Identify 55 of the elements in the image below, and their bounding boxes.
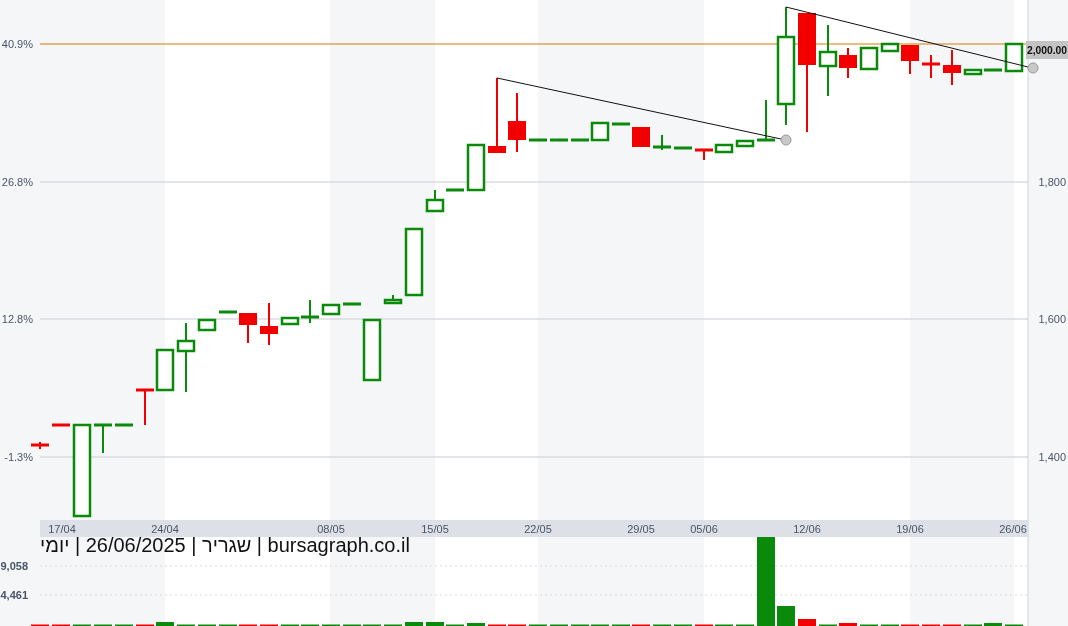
candlestick xyxy=(362,318,382,382)
candlestick xyxy=(136,388,154,426)
candlestick xyxy=(674,146,692,150)
trend-line[interactable] xyxy=(496,77,792,146)
candlestick xyxy=(529,138,547,142)
price-axis-label: 1,800 xyxy=(1038,176,1066,188)
candlestick xyxy=(321,303,341,316)
candlestick xyxy=(1004,42,1024,73)
candlestick xyxy=(735,139,755,148)
date-label: 22/05 xyxy=(524,523,552,535)
volume-bar xyxy=(467,623,485,626)
candlestick xyxy=(219,310,237,314)
volume-bar xyxy=(777,606,795,626)
candlestick xyxy=(612,122,630,126)
date-label: 26/06 xyxy=(999,523,1027,535)
candlestick xyxy=(466,143,486,192)
date-label: 19/06 xyxy=(896,523,924,535)
volume-bar xyxy=(405,622,423,626)
date-label: 12/06 xyxy=(793,523,821,535)
date-label: 17/04 xyxy=(48,523,76,535)
candlestick xyxy=(94,423,112,454)
candlestick xyxy=(343,302,361,306)
candlestick xyxy=(653,134,671,151)
date-label: 15/05 xyxy=(421,523,449,535)
percent-axis-label: 40.9% xyxy=(1,38,33,50)
percent-axis-label: -1.3% xyxy=(4,451,33,463)
percent-axis-label: 12.8% xyxy=(1,313,33,325)
volume-bar xyxy=(798,619,816,626)
price-axis-label: 1,400 xyxy=(1038,451,1066,463)
candlestick xyxy=(550,138,568,142)
date-label: 29/05 xyxy=(627,523,655,535)
last-price-tag: 2,000.00 xyxy=(1026,41,1068,59)
price-axis-label: 1,600 xyxy=(1038,313,1066,325)
candlestick xyxy=(695,148,713,161)
volume-bar xyxy=(839,623,857,626)
chart-caption: bursagraph.co.il | שגריר | 26/06/2025 | יומי xyxy=(40,533,410,558)
candlestick xyxy=(31,441,49,450)
candlestick xyxy=(508,92,526,153)
volume-axis-label: 9,058 xyxy=(0,560,28,572)
date-label: 24/04 xyxy=(151,523,179,535)
candlestick xyxy=(714,143,734,154)
date-label: 05/06 xyxy=(690,523,718,535)
date-label: 08/05 xyxy=(317,523,345,535)
volume-bar xyxy=(426,622,444,626)
candlestick xyxy=(115,423,133,427)
candlestick xyxy=(922,54,940,79)
volume-bar xyxy=(156,622,174,626)
candlestick xyxy=(943,49,961,86)
candlestick xyxy=(632,126,650,148)
volume-bar xyxy=(984,623,1002,626)
percent-axis-label: 26.8% xyxy=(1,176,33,188)
candlestick xyxy=(239,312,257,344)
volume-axis-label: 4,461 xyxy=(0,589,28,601)
candlestick xyxy=(52,423,70,427)
candlestick xyxy=(260,302,278,346)
